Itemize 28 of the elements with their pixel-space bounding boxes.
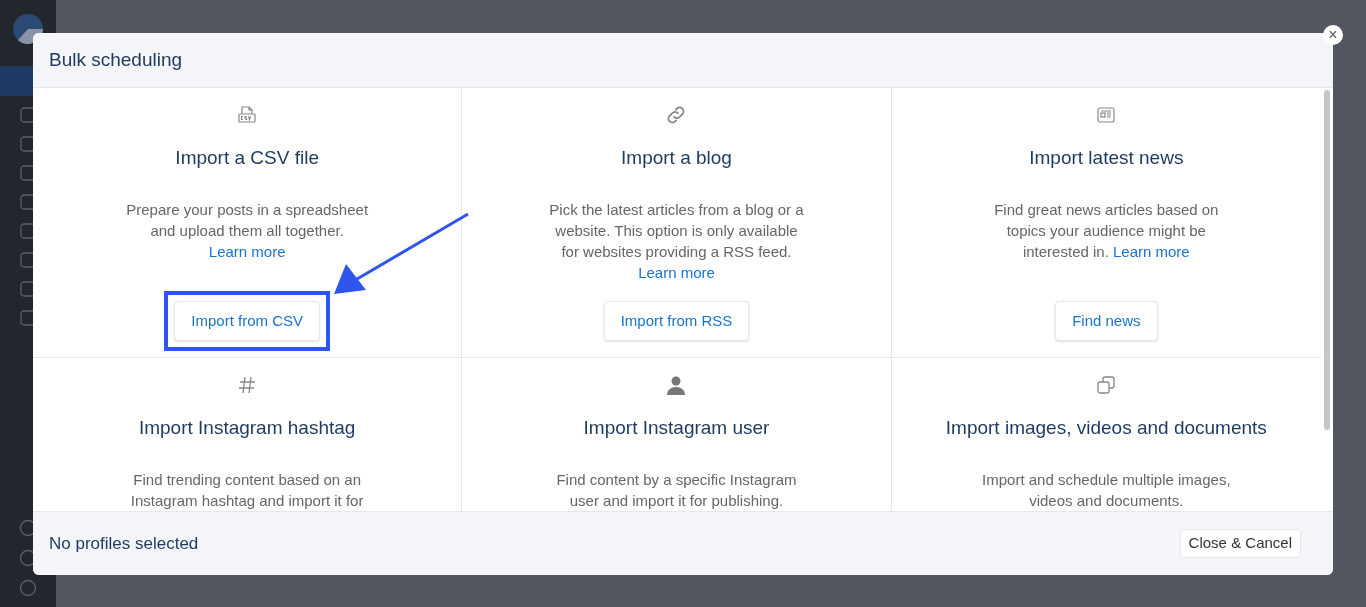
- option-title: Import latest news: [1029, 146, 1184, 170]
- status-text: No profiles selected: [49, 532, 199, 555]
- modal-title: Bulk scheduling: [49, 47, 183, 72]
- learn-more-link[interactable]: Learn more: [1113, 242, 1190, 260]
- import-button[interactable]: Find news: [1055, 301, 1158, 341]
- option-title: Import a CSV file: [175, 146, 319, 170]
- option-description: Import and schedule multiple images, videos and documents.: [981, 469, 1232, 511]
- learn-more-link[interactable]: Learn more: [638, 263, 715, 281]
- option-description: Find great news articles based on topics your audience might be interested in. Learn more: [993, 199, 1220, 262]
- newspaper-icon: [1097, 107, 1116, 123]
- option-title: Import images, videos and documents: [945, 416, 1267, 440]
- close-button[interactable]: ×: [1323, 25, 1343, 45]
- option-title: Import Instagram user: [583, 416, 770, 440]
- import-button[interactable]: Import from RSS: [603, 301, 750, 341]
- option-description: Find trending content based on an Instagram hashtag and import it for: [129, 469, 365, 511]
- option-description: Pick the latest articles from a blog or a website. This option is only available for websites providing a RSS feed. Learn more: [548, 199, 805, 283]
- import-button[interactable]: Import from CSV: [174, 301, 320, 341]
- scrollbar[interactable]: [1324, 90, 1330, 430]
- option-title: Import Instagram hashtag: [138, 416, 356, 440]
- copy-icon: [1097, 376, 1116, 394]
- csv-file-icon: [237, 105, 258, 125]
- close-cancel-button[interactable]: Close & Cancel: [1179, 529, 1301, 558]
- learn-more-link[interactable]: Learn more: [208, 242, 286, 260]
- user-icon: [666, 375, 687, 395]
- option-description: Prepare your posts in a spreadsheet and upload them all together. Learn more: [125, 199, 370, 262]
- hashtag-icon: [238, 376, 257, 394]
- option-description: Find content by a specific Instagram user and import it for publishing.: [555, 469, 798, 511]
- option-title: Import a blog: [621, 146, 732, 170]
